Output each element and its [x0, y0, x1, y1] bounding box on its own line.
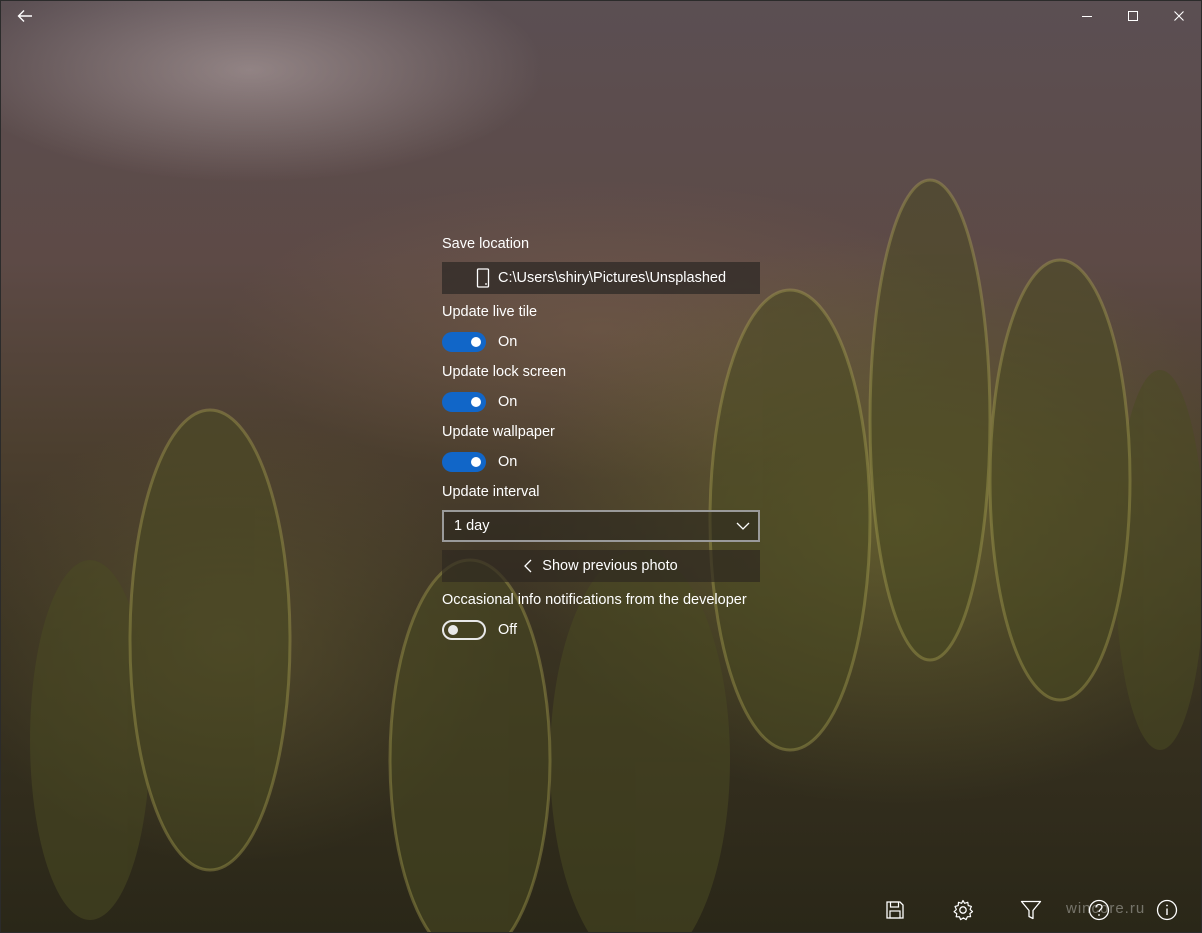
notifications-toggle[interactable] — [442, 620, 486, 640]
maximize-button[interactable] — [1110, 0, 1156, 32]
wallpaper-toggle[interactable] — [442, 452, 486, 472]
update-interval-value: 1 day — [454, 518, 490, 534]
maximize-icon — [1128, 11, 1138, 21]
show-previous-photo-button[interactable]: Show previous photo — [442, 550, 760, 582]
bottom-app-bar — [0, 890, 1202, 930]
lock-screen-state: On — [498, 394, 518, 410]
live-tile-state: On — [498, 334, 518, 350]
background-photo — [0, 0, 1202, 933]
save-button[interactable] — [877, 894, 913, 926]
info-icon — [1156, 899, 1178, 921]
live-tile-label: Update live tile — [442, 304, 538, 320]
notifications-toggle-row: Off — [442, 620, 517, 640]
lock-screen-label: Update lock screen — [442, 364, 567, 380]
notifications-label: Occasional info notifications from the d… — [442, 592, 747, 608]
watermark: wincore.ru — [1066, 900, 1146, 917]
back-button[interactable] — [9, 2, 41, 30]
settings-button[interactable] — [945, 894, 981, 926]
wallpaper-toggle-row: On — [442, 452, 517, 472]
notifications-state: Off — [498, 622, 518, 638]
live-tile-toggle[interactable] — [442, 332, 486, 352]
update-interval-label: Update interval — [442, 484, 540, 500]
save-location-label: Save location — [442, 236, 530, 252]
minimize-icon — [1082, 16, 1092, 17]
back-arrow-icon — [17, 10, 32, 22]
close-icon — [1174, 11, 1184, 21]
chevron-down-icon — [736, 522, 750, 530]
wallpaper-state: On — [498, 454, 518, 470]
title-bar — [0, 0, 1202, 32]
minimize-button[interactable] — [1064, 0, 1110, 32]
chevron-left-icon — [524, 559, 532, 573]
update-interval-dropdown[interactable]: 1 day — [442, 510, 760, 542]
save-icon — [886, 901, 904, 919]
filter-button[interactable] — [1013, 894, 1049, 926]
lock-screen-toggle[interactable] — [442, 392, 486, 412]
gear-icon — [953, 899, 974, 921]
live-tile-toggle-row: On — [442, 332, 517, 352]
wallpaper-label: Update wallpaper — [442, 424, 555, 440]
filter-icon — [1020, 900, 1042, 920]
info-button[interactable] — [1149, 894, 1185, 926]
save-location-button[interactable]: C:\Users\shiry\Pictures\Unsplashed — [442, 262, 760, 294]
save-location-path: C:\Users\shiry\Pictures\Unsplashed — [497, 270, 727, 286]
lock-screen-toggle-row: On — [442, 392, 517, 412]
phone-device-icon — [476, 268, 490, 288]
close-button[interactable] — [1156, 0, 1202, 32]
show-previous-photo-label: Show previous photo — [542, 558, 678, 574]
